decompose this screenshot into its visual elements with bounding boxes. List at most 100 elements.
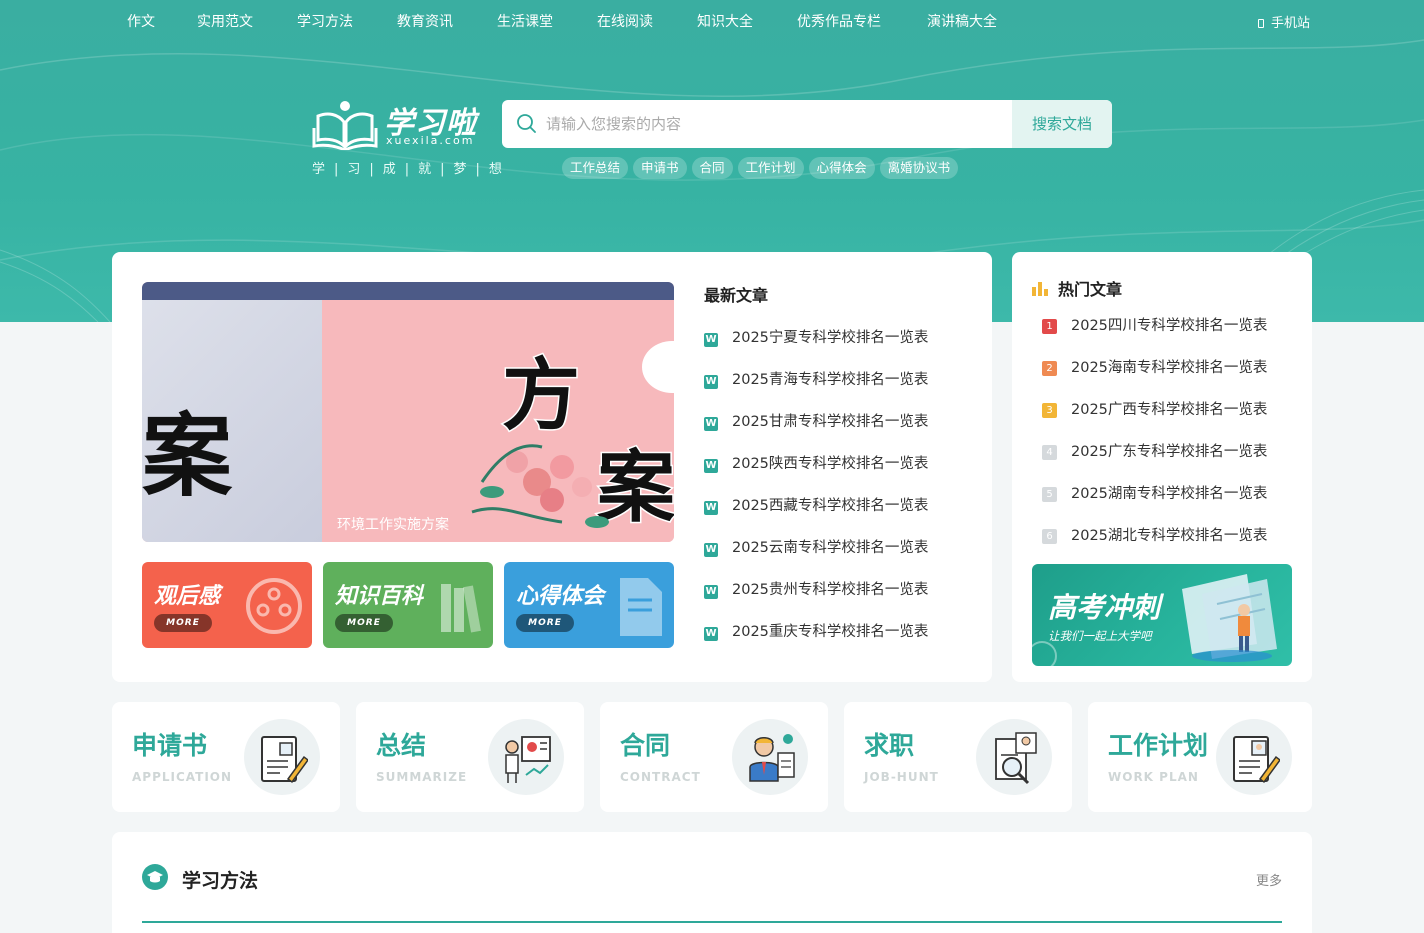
hot-article-item[interactable]: 6 2025湖北专科学校排名一览表: [1042, 524, 1267, 566]
nav-item-online-reading[interactable]: 在线阅读: [597, 11, 653, 31]
open-book-logo-icon: [312, 101, 378, 150]
nav-item-speeches[interactable]: 演讲稿大全: [927, 11, 997, 31]
search-icon: [517, 114, 536, 133]
category-name: 求职: [864, 731, 915, 760]
hotword-contract[interactable]: 合同: [691, 157, 733, 179]
hotword-application[interactable]: 申请书: [633, 157, 687, 179]
hot-article-item[interactable]: 2 2025海南专科学校排名一览表: [1042, 356, 1267, 398]
word-doc-icon: W: [704, 627, 718, 641]
study-methods-section: 学习方法 更多: [112, 832, 1312, 933]
latest-article-item[interactable]: W 2025贵州专科学校排名一览表: [704, 578, 928, 620]
nav-item-excellent-works[interactable]: 优秀作品专栏: [797, 11, 881, 31]
tile-reviews[interactable]: 观后感 MORE: [142, 562, 312, 648]
search-button[interactable]: 搜索文档: [1012, 100, 1112, 148]
hot-article-item[interactable]: 1 2025四川专科学校排名一览表: [1042, 314, 1267, 356]
hotword-work-summary[interactable]: 工作总结: [562, 157, 629, 179]
category-summarize[interactable]: 总结 SUMMARIZE: [356, 702, 584, 812]
word-doc-icon: W: [704, 333, 718, 347]
category-english: CONTRACT: [620, 770, 701, 784]
nav-item-study-methods[interactable]: 学习方法: [297, 11, 353, 31]
hotword-reflections[interactable]: 心得体会: [808, 157, 875, 179]
mobile-site-label: 手机站: [1271, 16, 1311, 31]
latest-article-item[interactable]: W 2025宁夏专科学校排名一览表: [704, 326, 928, 368]
hot-article-title: 2025广西专科学校排名一览表: [1071, 402, 1268, 418]
category-name: 申请书: [132, 731, 208, 760]
hot-article-title: 2025四川专科学校排名一览表: [1071, 318, 1268, 334]
rank-badge: 4: [1042, 445, 1057, 460]
latest-article-item[interactable]: W 2025重庆专科学校排名一览表: [704, 620, 928, 662]
hot-article-item[interactable]: 5 2025湖南专科学校排名一览表: [1042, 482, 1267, 524]
nav-item-education-news[interactable]: 教育资讯: [397, 11, 453, 31]
rank-badge: 1: [1042, 319, 1057, 334]
nav-item-essay[interactable]: 作文: [127, 11, 155, 31]
gaokao-subtitle: 让我们一起上大学吧: [1048, 629, 1152, 643]
section-more-link[interactable]: 更多: [1256, 870, 1282, 889]
svg-text:方: 方: [502, 351, 580, 441]
nav-item-life-class[interactable]: 生活课堂: [497, 11, 553, 31]
word-doc-icon: W: [704, 459, 718, 473]
hot-articles-list: 1 2025四川专科学校排名一览表 2 2025海南专科学校排名一览表 3 2025广…: [1042, 314, 1267, 566]
category-name: 合同: [620, 731, 671, 760]
hot-article-title: 2025海南专科学校排名一览表: [1071, 360, 1268, 376]
nav-item-knowledge[interactable]: 知识大全: [697, 11, 753, 31]
category-work-plan[interactable]: 工作计划 WORK PLAN: [1088, 702, 1312, 812]
nav-item-practical-writing[interactable]: 实用范文: [197, 11, 253, 31]
presentation-chart-icon: [488, 719, 564, 795]
site-logo[interactable]: 学习啦 xuexila.com 学|习|成|就|梦|想: [312, 98, 502, 178]
word-doc-icon: W: [704, 417, 718, 431]
word-doc-icon: W: [704, 501, 718, 515]
logo-domain: xuexila.com: [386, 134, 475, 147]
tile-encyclopedia[interactable]: 知识百科 MORE: [323, 562, 493, 648]
latest-article-title: 2025甘肃专科学校排名一览表: [732, 414, 929, 430]
gaokao-promo-banner[interactable]: 高考冲刺 让我们一起上大学吧: [1032, 564, 1292, 666]
tile-more-badge: MORE: [335, 614, 393, 632]
hot-articles-title: 热门文章: [1058, 280, 1123, 299]
hot-article-title: 2025广东专科学校排名一览表: [1071, 444, 1268, 460]
category-contract[interactable]: 合同 CONTRACT: [600, 702, 828, 812]
tile-more-badge: MORE: [154, 614, 212, 632]
category-application[interactable]: 申请书 APPLICATION: [112, 702, 340, 812]
word-doc-icon: W: [704, 375, 718, 389]
banner-caption: 环境工作实施方案: [337, 517, 449, 533]
latest-article-item[interactable]: W 2025西藏专科学校排名一览表: [704, 494, 928, 536]
search-input[interactable]: [546, 100, 1012, 148]
section-divider: [142, 921, 1282, 923]
film-reel-icon: [246, 578, 302, 634]
section-title: 学习方法: [182, 870, 259, 892]
bar-chart-icon: [1032, 282, 1048, 296]
latest-articles-title: 最新文章: [704, 286, 769, 305]
latest-articles-list: W 2025宁夏专科学校排名一览表 W 2025青海专科学校排名一览表 W 2025甘…: [704, 326, 928, 662]
document-icon: [620, 578, 662, 636]
latest-article-title: 2025贵州专科学校排名一览表: [732, 582, 929, 598]
tile-reflections[interactable]: 心得体会 MORE: [504, 562, 674, 648]
word-doc-icon: W: [704, 585, 718, 599]
hot-article-title: 2025湖北专科学校排名一览表: [1071, 528, 1268, 544]
logo-slogan: 学|习|成|就|梦|想: [312, 162, 511, 177]
category-english: SUMMARIZE: [376, 770, 468, 784]
mobile-site-link[interactable]: 手机站: [1258, 12, 1310, 31]
category-job-hunt[interactable]: 求职 JOB-HUNT: [844, 702, 1072, 812]
hot-articles-card: 热门文章 1 2025四川专科学校排名一览表 2 2025海南专科学校排名一览表 3…: [1012, 252, 1312, 682]
hotword-divorce-agreement[interactable]: 离婚协议书: [879, 157, 959, 179]
gaokao-title: 高考冲刺: [1048, 591, 1161, 624]
hot-keywords: 工作总结 申请书 合同 工作计划 心得体会 离婚协议书: [562, 157, 963, 179]
latest-article-item[interactable]: W 2025青海专科学校排名一览表: [704, 368, 928, 410]
hot-article-item[interactable]: 3 2025广西专科学校排名一览表: [1042, 398, 1267, 440]
category-english: WORK PLAN: [1108, 770, 1199, 784]
hotword-work-plan[interactable]: 工作计划: [737, 157, 804, 179]
latest-article-title: 2025宁夏专科学校排名一览表: [732, 330, 929, 346]
latest-article-title: 2025重庆专科学校排名一览表: [732, 624, 929, 640]
latest-article-item[interactable]: W 2025陕西专科学校排名一览表: [704, 452, 928, 494]
hot-article-item[interactable]: 4 2025广东专科学校排名一览表: [1042, 440, 1267, 482]
tile-title: 知识百科: [335, 584, 424, 609]
resume-magnifier-icon: [976, 719, 1052, 795]
graduation-cap-icon: [142, 864, 168, 890]
latest-article-title: 2025西藏专科学校排名一览表: [732, 498, 929, 514]
latest-article-item[interactable]: W 2025云南专科学校排名一览表: [704, 536, 928, 578]
top-navigation: 作文 实用范文 学习方法 教育资讯 生活课堂 在线阅读 知识大全 优秀作品专栏 …: [0, 0, 1424, 40]
banner-illustration: 案 方 案: [142, 300, 674, 542]
latest-article-item[interactable]: W 2025甘肃专科学校排名一览表: [704, 410, 928, 452]
carousel-banner[interactable]: 案 方 案 环境工作实施方案: [142, 282, 674, 542]
rank-badge: 6: [1042, 529, 1057, 544]
tile-title: 心得体会: [516, 584, 605, 609]
